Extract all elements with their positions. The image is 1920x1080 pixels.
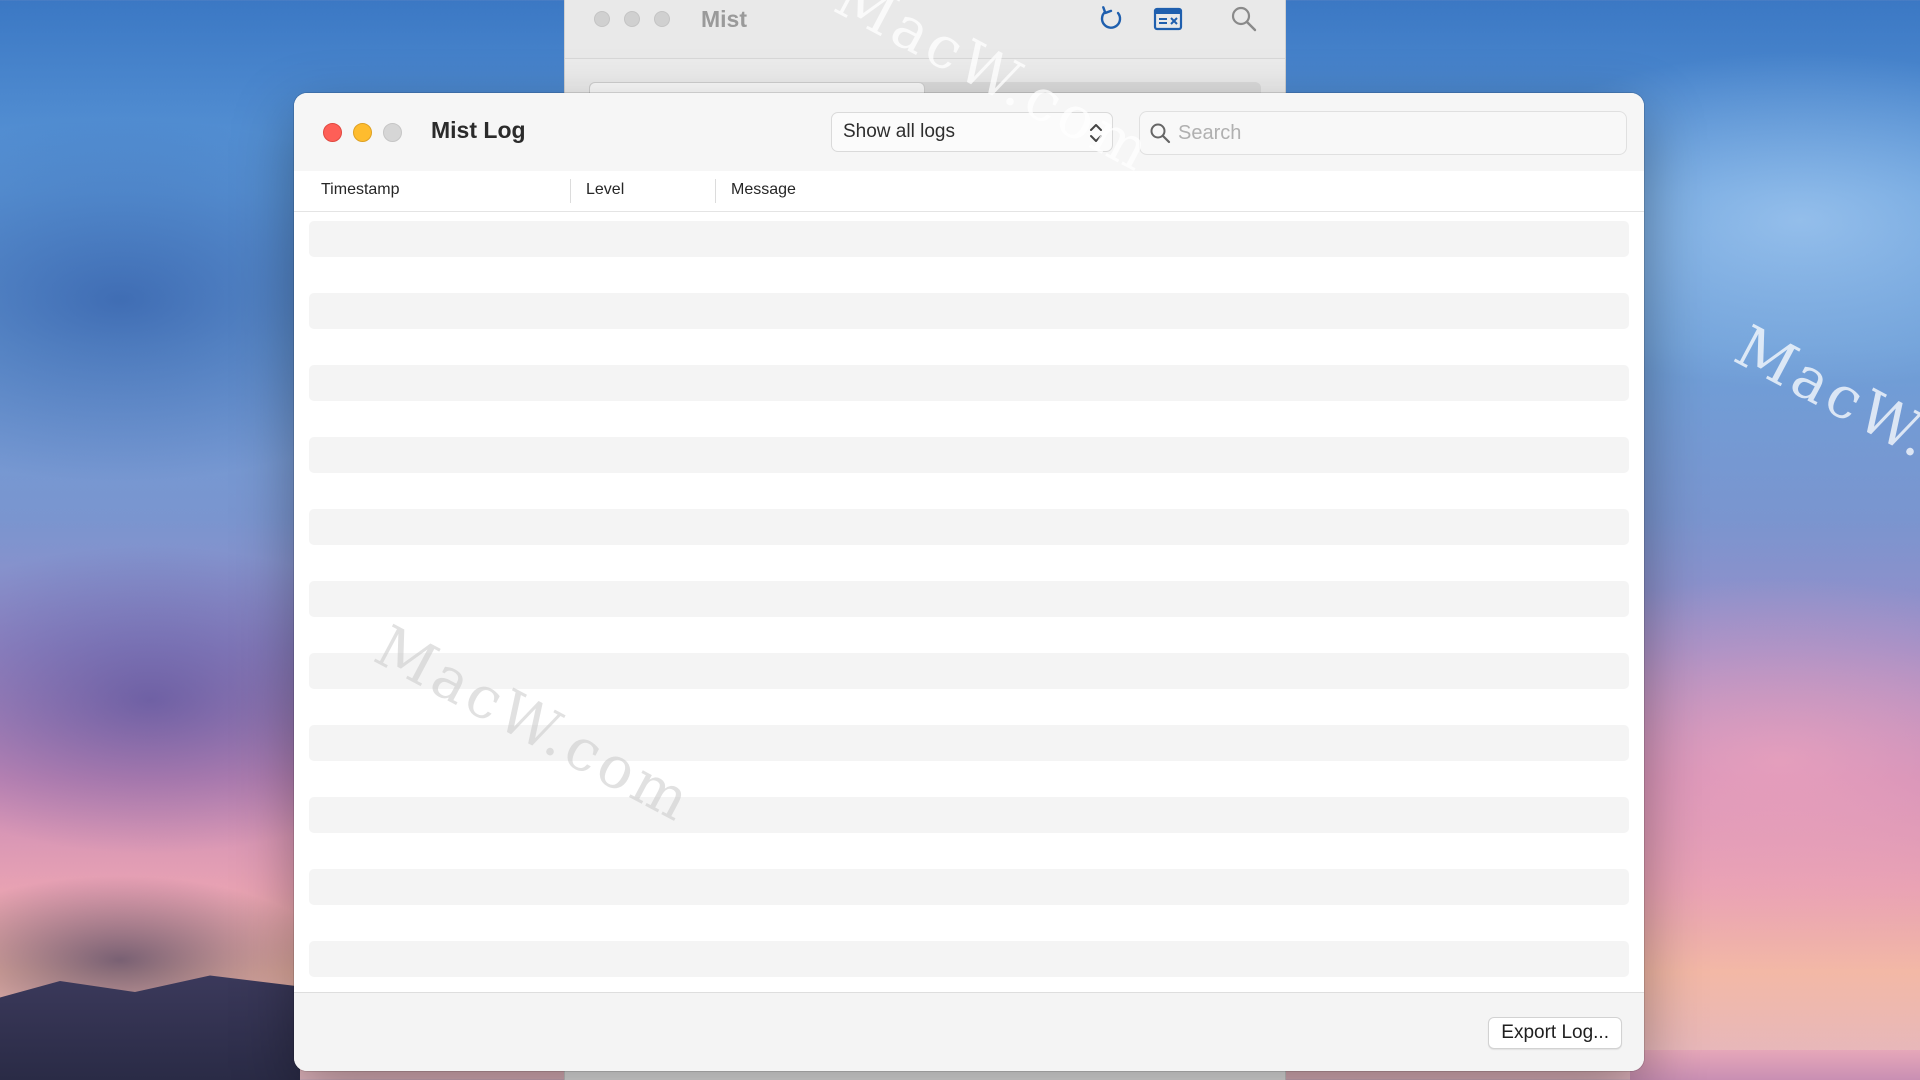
search-field[interactable] <box>1139 111 1627 155</box>
bg-minimize-button[interactable] <box>624 11 640 27</box>
background-window-title: Mist <box>701 6 747 32</box>
log-titlebar: Mist Log Show all logs <box>294 93 1644 172</box>
empty-table-row <box>309 509 1629 545</box>
refresh-icon[interactable] <box>1096 4 1126 34</box>
empty-table-row <box>309 581 1629 617</box>
activity-window-icon[interactable] <box>1153 4 1183 34</box>
empty-table-row <box>309 293 1629 329</box>
wallpaper-sea <box>1630 1050 1920 1080</box>
log-table-body[interactable] <box>309 221 1629 1013</box>
bg-search-icon[interactable] <box>1229 4 1259 34</box>
column-divider[interactable] <box>715 179 716 203</box>
table-header: Timestamp Level Message <box>294 171 1644 212</box>
empty-table-row <box>309 437 1629 473</box>
minimize-button[interactable] <box>353 123 372 142</box>
log-footer: Export Log... <box>294 992 1644 1071</box>
empty-table-row <box>309 797 1629 833</box>
search-input[interactable] <box>1178 112 1608 154</box>
export-log-button[interactable]: Export Log... <box>1488 1017 1622 1049</box>
window-title: Mist Log <box>431 117 526 143</box>
mist-log-window[interactable]: Mist Log Show all logs Timestamp Level M… <box>294 93 1644 1071</box>
column-header-message[interactable]: Message <box>731 181 796 199</box>
bg-zoom-button[interactable] <box>654 11 670 27</box>
bg-close-button[interactable] <box>594 11 610 27</box>
column-header-timestamp[interactable]: Timestamp <box>321 181 400 199</box>
log-filter-label: Show all logs <box>843 121 955 142</box>
close-button[interactable] <box>323 123 342 142</box>
empty-table-row <box>309 365 1629 401</box>
zoom-button[interactable] <box>383 123 402 142</box>
empty-table-row <box>309 221 1629 257</box>
empty-table-row <box>309 869 1629 905</box>
column-header-level[interactable]: Level <box>586 181 624 199</box>
column-divider[interactable] <box>570 179 571 203</box>
empty-table-row <box>309 941 1629 977</box>
